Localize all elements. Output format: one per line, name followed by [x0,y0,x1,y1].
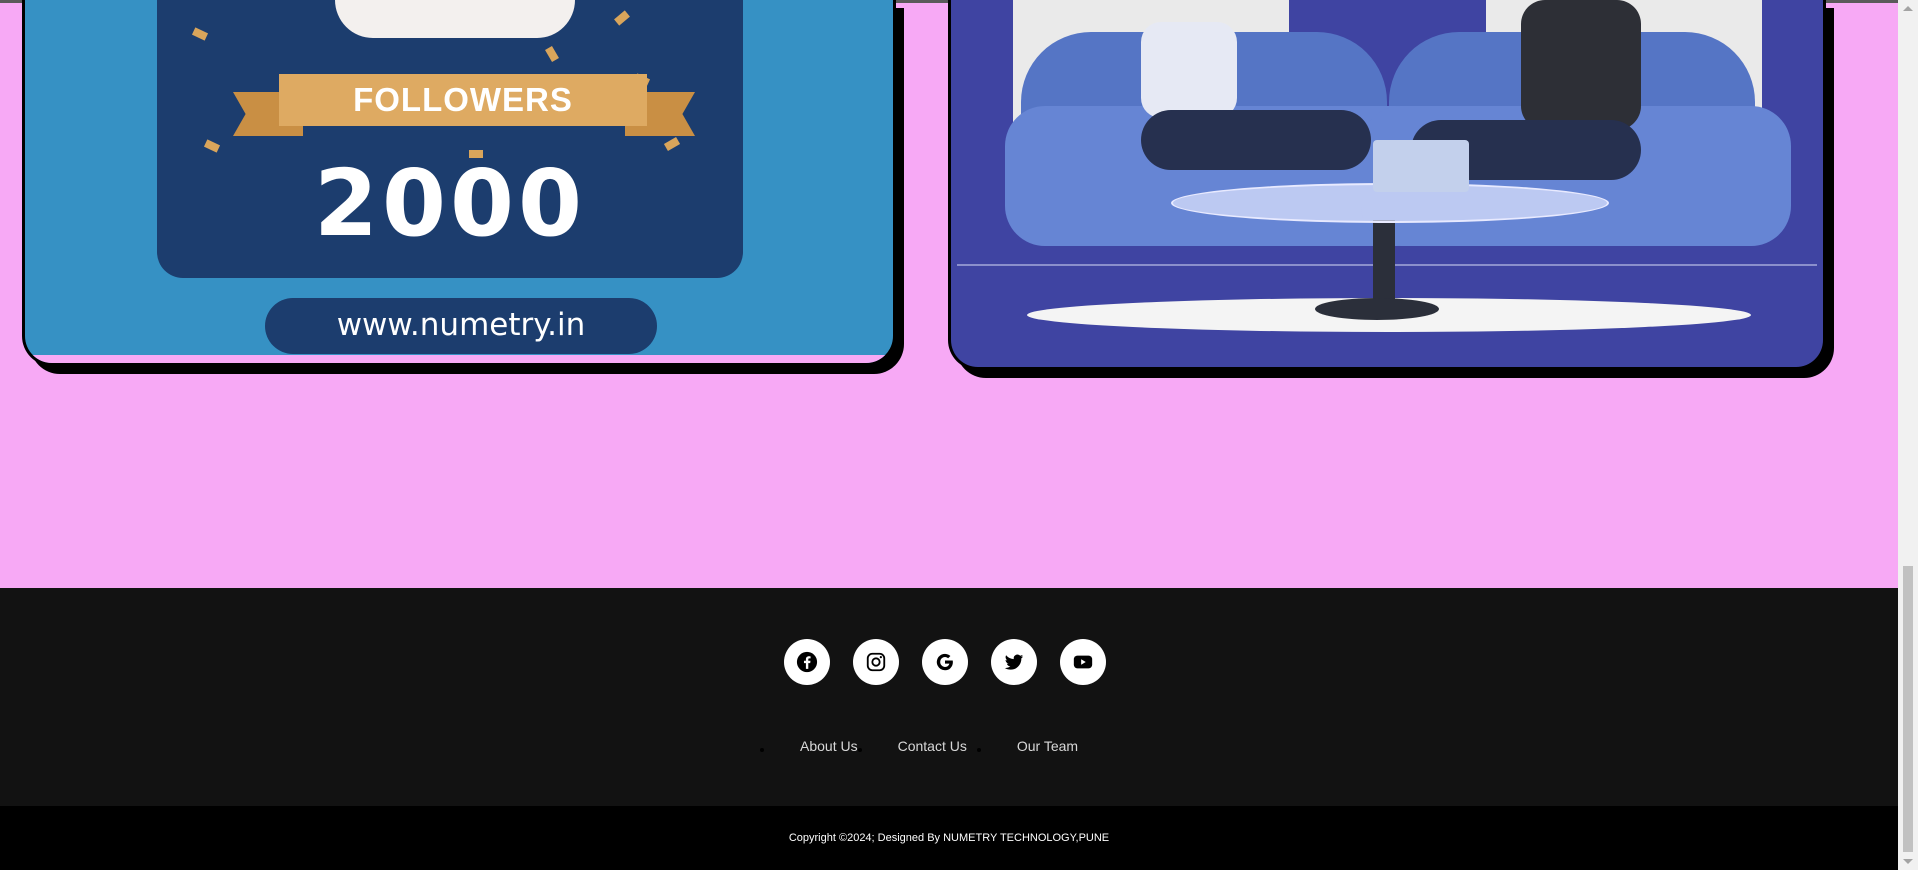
about-us-link[interactable]: About Us [800,738,858,754]
office-meeting-illustration[interactable] [948,0,1826,370]
followers-ribbon: FOLLOWERS [279,74,647,126]
card-inner-border [25,355,893,363]
our-team-link[interactable]: Our Team [1017,738,1078,754]
scroll-up-arrow-icon[interactable] [1903,6,1913,11]
person-left [1141,22,1237,118]
instagram-icon [866,652,886,672]
person-left-legs [1141,110,1371,170]
scroll-thumb[interactable] [1903,566,1913,852]
youtube-icon [1073,655,1093,669]
google-icon [936,653,953,671]
website-url: www.numetry.in [265,298,657,354]
link-bullet [857,748,862,752]
link-bullet [760,748,764,752]
youtube-button[interactable] [1060,639,1106,685]
person-right [1521,0,1641,130]
copyright-text: Copyright ©2024; Designed By NUMETRY TEC… [788,832,1110,844]
twitter-button[interactable] [991,639,1037,685]
facebook-icon [796,651,818,673]
twitter-icon [1004,654,1024,670]
table-stem [1373,220,1395,308]
google-button[interactable] [922,639,968,685]
paper-illustration [335,0,575,38]
instagram-button[interactable] [853,639,899,685]
footer [0,588,1898,806]
followers-count: 2000 [313,150,587,257]
laptop [1373,140,1469,192]
link-bullet [976,748,981,752]
vertical-scrollbar[interactable] [1898,0,1918,870]
facebook-button[interactable] [784,639,830,685]
social-links [784,639,1106,685]
followers-promo-card[interactable]: FOLLOWERS 2000 www.numetry.in [22,0,896,366]
scroll-down-arrow-icon[interactable] [1903,859,1913,864]
footer-links: About Us Contact Us Our Team [760,735,1078,757]
contact-us-link[interactable]: Contact Us [898,738,967,754]
table-base [1315,298,1439,320]
